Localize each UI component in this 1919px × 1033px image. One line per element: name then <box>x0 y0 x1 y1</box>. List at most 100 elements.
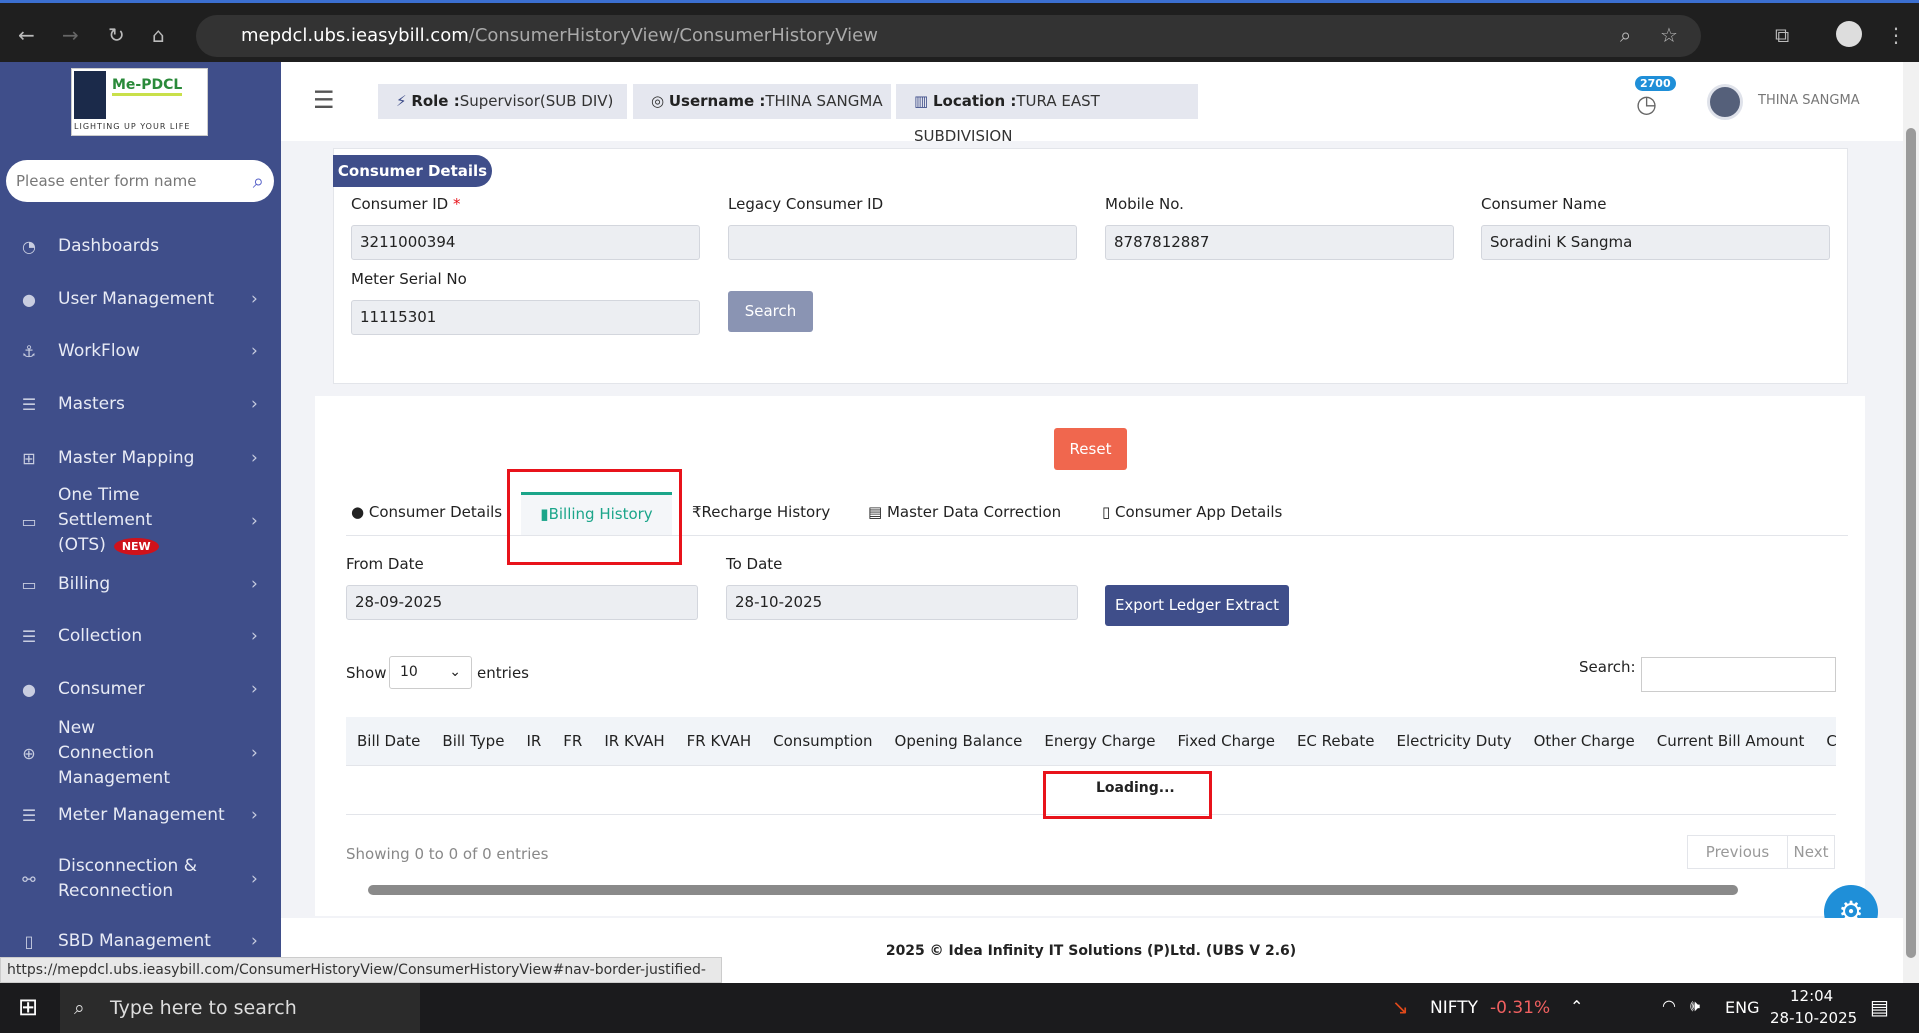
user-circle-icon: ◎ <box>651 92 669 110</box>
table-header: Bill Date Bill Type IR FR IR KVAH FR KVAH Cons… <box>346 717 1836 766</box>
sidebar-item-ots[interactable]: ▭ One Time Settlement (OTS) NEW › <box>0 485 281 555</box>
column-header[interactable]: IR KVAH <box>604 732 664 750</box>
user-icon: ● <box>22 679 36 699</box>
taskbar: ⊞ ⌕ Type here to search ↘ NIFTY -0.31% ⌃ … <box>0 983 1919 1033</box>
mobile-input[interactable]: 8787812887 <box>1105 225 1454 260</box>
previous-button[interactable]: Previous <box>1688 836 1788 868</box>
chevron-right-icon: › <box>251 341 258 361</box>
monitor-icon: ▭ <box>21 574 37 594</box>
sidebar-item-collection[interactable]: ☰ Collection › <box>0 623 281 649</box>
clock-time[interactable]: 12:04 <box>1790 987 1833 1005</box>
tab-recharge-history[interactable]: ₹Recharge History <box>692 503 830 521</box>
sidebar-item-disconnection[interactable]: ⚯ Disconnection & Reconnection › <box>0 853 281 905</box>
horizontal-scrollbar[interactable] <box>356 885 1826 895</box>
column-header[interactable]: Current Bill Amount <box>1657 732 1805 750</box>
tab-consumer-app-details[interactable]: ▯ Consumer App Details <box>1102 503 1282 521</box>
from-date-input[interactable]: 28-09-2025 <box>346 585 698 620</box>
column-header[interactable]: Fixed Charge <box>1177 732 1274 750</box>
entries-select[interactable]: 10 ⌄ <box>389 656 472 689</box>
menu-icon[interactable]: ⋮ <box>1886 23 1906 47</box>
tab-consumer-details[interactable]: ● Consumer Details <box>351 503 502 521</box>
column-header[interactable]: Other Charge <box>1534 732 1635 750</box>
search-button[interactable]: Search <box>728 291 813 332</box>
sidebar-item-user-management[interactable]: ● User Management › <box>0 286 281 312</box>
form-search-input[interactable]: Please enter form name ⌕ <box>6 160 274 202</box>
windows-start-icon[interactable]: ⊞ <box>18 993 38 1021</box>
dashboard-icon: ◔ <box>22 236 36 256</box>
tab-master-data-correction[interactable]: ▤ Master Data Correction <box>868 503 1061 521</box>
table-search-input[interactable] <box>1641 657 1836 692</box>
consumer-id-input[interactable]: 3211000394 <box>351 225 700 260</box>
pagination: Previous Next <box>1687 835 1835 869</box>
page-scroll-thumb[interactable] <box>1906 128 1916 958</box>
column-header[interactable]: FR <box>563 732 582 750</box>
tab-label: Consumer App Details <box>1115 503 1283 521</box>
hamburger-icon[interactable]: ☰ <box>313 86 335 114</box>
column-header[interactable]: EC Rebate <box>1297 732 1375 750</box>
export-ledger-button[interactable]: Export Ledger Extract <box>1105 585 1289 626</box>
reload-icon[interactable]: ↻ <box>108 23 125 47</box>
consumer-name-input[interactable]: Soradini K Sangma <box>1481 225 1830 260</box>
extensions-icon[interactable]: ⧉ <box>1775 23 1789 47</box>
clock-icon[interactable]: ◷ <box>1636 90 1657 118</box>
search-icon: ⌕ <box>74 997 85 1019</box>
column-header[interactable]: Energy Charge <box>1044 732 1155 750</box>
chevron-right-icon: › <box>251 626 258 646</box>
scroll-thumb[interactable] <box>368 885 1738 895</box>
next-button[interactable]: Next <box>1788 836 1834 868</box>
clock-date[interactable]: 28-10-2025 <box>1770 1009 1857 1027</box>
volume-icon[interactable]: 🕪 <box>1690 996 1700 1016</box>
sidebar-item-workflow[interactable]: ⚓ WorkFlow › <box>0 338 281 364</box>
meter-serial-input[interactable]: 11115301 <box>351 300 700 335</box>
reset-button[interactable]: Reset <box>1054 428 1127 470</box>
column-header[interactable]: Opening Balance <box>895 732 1023 750</box>
profile-avatar[interactable] <box>1836 21 1862 47</box>
address-bar[interactable]: mepdcl.ubs.ieasybill.com/ConsumerHistory… <box>196 15 1701 57</box>
column-header[interactable]: Electricity Duty <box>1396 732 1511 750</box>
sidebar-item-new-connection[interactable]: ⊕ New Connection Management › <box>0 718 281 788</box>
column-header[interactable]: Consumption <box>773 732 872 750</box>
label: Collection <box>58 625 143 646</box>
entries-label: entries <box>477 664 529 682</box>
header-user-name: THINA SANGMA <box>1758 93 1860 108</box>
taskbar-search[interactable]: ⌕ Type here to search <box>60 983 420 1033</box>
home-icon[interactable]: ⌂ <box>152 23 165 47</box>
sidebar-item-dashboards[interactable]: ◔ Dashboards <box>0 233 281 259</box>
chevron-right-icon: › <box>251 511 258 531</box>
tab-label: Consumer Details <box>368 503 503 521</box>
sidebar-item-billing[interactable]: ▭ Billing › <box>0 571 281 597</box>
id-card-icon: ▤ <box>868 503 887 521</box>
zoom-icon[interactable]: ⌕ <box>1620 23 1631 47</box>
back-icon[interactable]: ← <box>18 23 35 47</box>
wifi-icon[interactable]: ◠ <box>1662 996 1676 1015</box>
column-header[interactable]: Bill Type <box>442 732 504 750</box>
bookmark-star-icon[interactable]: ☆ <box>1660 23 1678 47</box>
chevron-down-icon: ⌄ <box>449 664 461 680</box>
language-indicator[interactable]: ENG <box>1725 998 1759 1017</box>
sidebar-item-consumer[interactable]: ● Consumer › <box>0 676 281 702</box>
role-pill: ⚡ Role :Supervisor(SUB DIV) <box>378 84 627 119</box>
column-header[interactable]: Closing <box>1826 732 1836 750</box>
page-scrollbar[interactable] <box>1903 62 1919 983</box>
user-icon: ● <box>22 289 36 309</box>
tray-chevron-icon[interactable]: ⌃ <box>1570 997 1583 1016</box>
to-date-label: To Date <box>726 555 783 573</box>
list-icon: ☰ <box>21 805 37 825</box>
chevron-right-icon: › <box>251 289 258 309</box>
forward-icon[interactable]: → <box>62 23 79 47</box>
label: Master Mapping <box>58 447 195 468</box>
to-date-input[interactable]: 28-10-2025 <box>726 585 1078 620</box>
column-header[interactable]: FR KVAH <box>687 732 752 750</box>
sidebar-item-meter-management[interactable]: ☰ Meter Management › <box>0 802 281 828</box>
column-header[interactable]: IR <box>526 732 541 750</box>
sidebar-item-master-mapping[interactable]: ⊞ Master Mapping › <box>0 445 281 471</box>
browser-toolbar: ← → ↻ ⌂ mepdcl.ubs.ieasybill.com/Consume… <box>0 0 1919 62</box>
sidebar-item-masters[interactable]: ☰ Masters › <box>0 391 281 417</box>
search-icon[interactable]: ⌕ <box>253 160 264 202</box>
user-icon: ● <box>351 503 369 521</box>
legacy-id-input[interactable] <box>728 225 1077 260</box>
monitor-icon: ▭ <box>21 511 37 531</box>
column-header[interactable]: Bill Date <box>357 732 420 750</box>
user-avatar[interactable] <box>1707 84 1743 120</box>
notification-center-icon[interactable]: ▤ <box>1870 995 1889 1019</box>
